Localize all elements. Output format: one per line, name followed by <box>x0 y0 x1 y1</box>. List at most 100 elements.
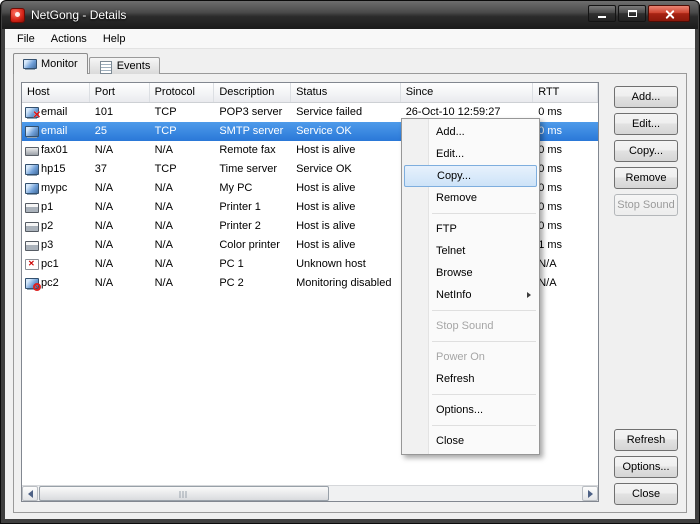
rtt-cell: 0 ms <box>533 198 598 217</box>
description-cell: Printer 1 <box>214 198 291 217</box>
context-item-label: Power On <box>436 351 485 363</box>
rtt-cell: N/A <box>533 255 598 274</box>
column-header-host[interactable]: Host <box>22 83 90 102</box>
rtt-cell: 0 ms <box>533 103 598 122</box>
events-tab-icon <box>99 61 112 72</box>
menubar-item-actions[interactable]: Actions <box>43 29 95 49</box>
host-name: email <box>41 122 67 141</box>
fax-host-icon <box>24 144 38 157</box>
host-name: fax01 <box>41 141 68 160</box>
status-cell: Unknown host <box>291 255 401 274</box>
minimize-button[interactable] <box>588 5 616 22</box>
context-item-telnet[interactable]: Telnet <box>402 240 539 262</box>
menu-separator <box>432 394 536 395</box>
maximize-button[interactable] <box>618 5 646 22</box>
rtt-cell: 0 ms <box>533 141 598 160</box>
host-cell: p3 <box>22 236 90 255</box>
column-header-rtt[interactable]: RTT <box>533 83 598 102</box>
tab-events[interactable]: Events <box>89 57 161 74</box>
context-menu-items: Add... Edit... Copy... Remove FTP Telnet Brows… <box>402 121 539 452</box>
options-button[interactable]: Options... <box>614 456 678 478</box>
status-cell: Host is alive <box>291 236 401 255</box>
client-area: FileActionsHelp MonitorEvents HostPortPr… <box>5 29 695 519</box>
context-menu: Add... Edit... Copy... Remove FTP Telnet Brows… <box>401 118 540 455</box>
menubar-item-help[interactable]: Help <box>95 29 134 49</box>
port-cell: N/A <box>90 141 150 160</box>
ok-host-icon <box>24 125 38 138</box>
context-item-label: Refresh <box>436 373 475 385</box>
context-item-ftp[interactable]: FTP <box>402 218 539 240</box>
refresh-button[interactable]: Refresh <box>614 429 678 451</box>
context-item-netinfo[interactable]: NetInfo <box>402 284 539 306</box>
protocol-cell: N/A <box>150 179 215 198</box>
context-item-add[interactable]: Add... <box>402 121 539 143</box>
port-cell: N/A <box>90 198 150 217</box>
printer-host-icon <box>24 201 38 214</box>
monitor-tab-icon <box>23 59 36 70</box>
status-cell: Service failed <box>291 103 401 122</box>
close-button[interactable]: Close <box>614 483 678 505</box>
port-cell: 25 <box>90 122 150 141</box>
scroll-left-button[interactable] <box>22 486 38 501</box>
rtt-cell: 0 ms <box>533 217 598 236</box>
rtt-cell: N/A <box>533 274 598 293</box>
context-item-refresh[interactable]: Refresh <box>402 368 539 390</box>
description-cell: My PC <box>214 179 291 198</box>
close-icon <box>665 9 674 18</box>
description-cell: SMTP server <box>214 122 291 141</box>
column-header-port[interactable]: Port <box>90 83 150 102</box>
menu-separator <box>432 213 536 214</box>
column-header-protocol[interactable]: Protocol <box>150 83 215 102</box>
protocol-cell: TCP <box>150 160 215 179</box>
status-cell: Host is alive <box>291 217 401 236</box>
menu-separator <box>432 310 536 311</box>
context-item-close[interactable]: Close <box>402 430 539 452</box>
menu-separator <box>432 341 536 342</box>
host-cell: p1 <box>22 198 90 217</box>
close-button[interactable] <box>648 5 690 22</box>
context-item-label: Close <box>436 435 464 447</box>
edit-button[interactable]: Edit... <box>614 113 678 135</box>
scroll-thumb[interactable] <box>39 486 329 501</box>
status-cell: Monitoring disabled <box>291 274 401 293</box>
host-name: p2 <box>41 217 53 236</box>
copy-button[interactable]: Copy... <box>614 140 678 162</box>
column-header-status[interactable]: Status <box>291 83 401 102</box>
port-cell: N/A <box>90 236 150 255</box>
context-item-label: Browse <box>436 267 473 279</box>
scroll-right-button[interactable] <box>582 486 598 501</box>
context-item-options[interactable]: Options... <box>402 399 539 421</box>
rtt-cell: 0 ms <box>533 160 598 179</box>
add-button[interactable]: Add... <box>614 86 678 108</box>
column-header-since[interactable]: Since <box>401 83 534 102</box>
port-cell: 37 <box>90 160 150 179</box>
context-item-power-on: Power On <box>402 346 539 368</box>
status-cell: Service OK <box>291 122 401 141</box>
disabled-host-icon <box>24 277 38 290</box>
tab-label: Events <box>117 60 151 72</box>
host-name: hp15 <box>41 160 65 179</box>
remove-button[interactable]: Remove <box>614 167 678 189</box>
context-item-remove[interactable]: Remove <box>402 187 539 209</box>
context-item-browse[interactable]: Browse <box>402 262 539 284</box>
context-item-edit[interactable]: Edit... <box>402 143 539 165</box>
menubar-item-file[interactable]: File <box>9 29 43 49</box>
status-cell: Service OK <box>291 160 401 179</box>
port-cell: N/A <box>90 179 150 198</box>
context-item-label: Copy... <box>437 170 471 182</box>
printer-host-icon <box>24 220 38 233</box>
host-name: email <box>41 103 67 122</box>
description-cell: Printer 2 <box>214 217 291 236</box>
h-scrollbar[interactable] <box>22 485 598 501</box>
host-cell: mypc <box>22 179 90 198</box>
menubar: FileActionsHelp <box>5 29 695 49</box>
context-item-stop-sound: Stop Sound <box>402 315 539 337</box>
column-header-description[interactable]: Description <box>214 83 291 102</box>
protocol-cell: N/A <box>150 255 215 274</box>
context-item-label: Add... <box>436 126 465 138</box>
menu-separator <box>432 425 536 426</box>
context-item-label: Telnet <box>436 245 465 257</box>
tab-monitor[interactable]: Monitor <box>13 53 88 74</box>
host-name: pc1 <box>41 255 59 274</box>
context-item-copy[interactable]: Copy... <box>404 165 537 187</box>
